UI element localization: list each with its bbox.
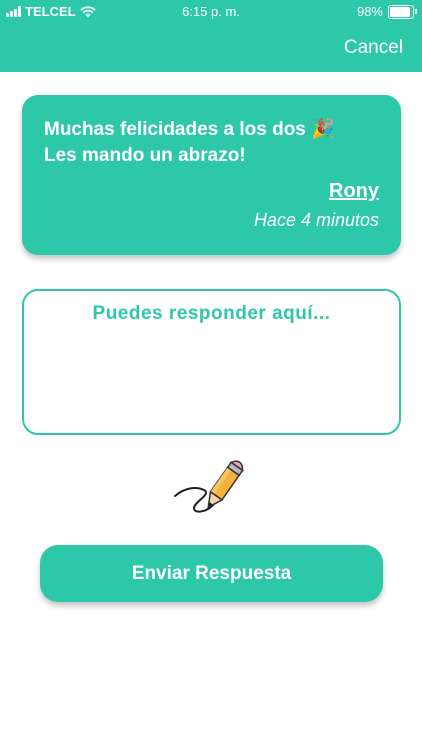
battery-fill — [390, 6, 410, 17]
top-bar: TELCEL 6:15 p. m. 98% Cancel — [0, 0, 422, 72]
send-reply-button[interactable]: Enviar Respuesta — [40, 545, 383, 602]
message-line-1: Muchas felicidades a los dos 🎉 — [44, 119, 335, 140]
cancel-button[interactable]: Cancel — [344, 37, 403, 59]
status-bar: TELCEL 6:15 p. m. 98% — [0, 3, 422, 21]
message-card: Muchas felicidades a los dos 🎉 Les mando… — [22, 95, 401, 255]
pencil-icon — [174, 460, 244, 513]
message-timestamp: Hace 4 minutos — [253, 210, 379, 230]
reply-input[interactable] — [22, 289, 401, 435]
battery-icon — [388, 4, 417, 19]
status-right: 98% — [356, 4, 417, 19]
message-line-2: Les mando un abrazo! — [44, 145, 246, 166]
battery-percent: 98% — [356, 4, 383, 19]
message-text: Muchas felicidades a los dos 🎉 Les mando… — [44, 117, 384, 169]
message-author[interactable]: Rony — [329, 180, 379, 203]
